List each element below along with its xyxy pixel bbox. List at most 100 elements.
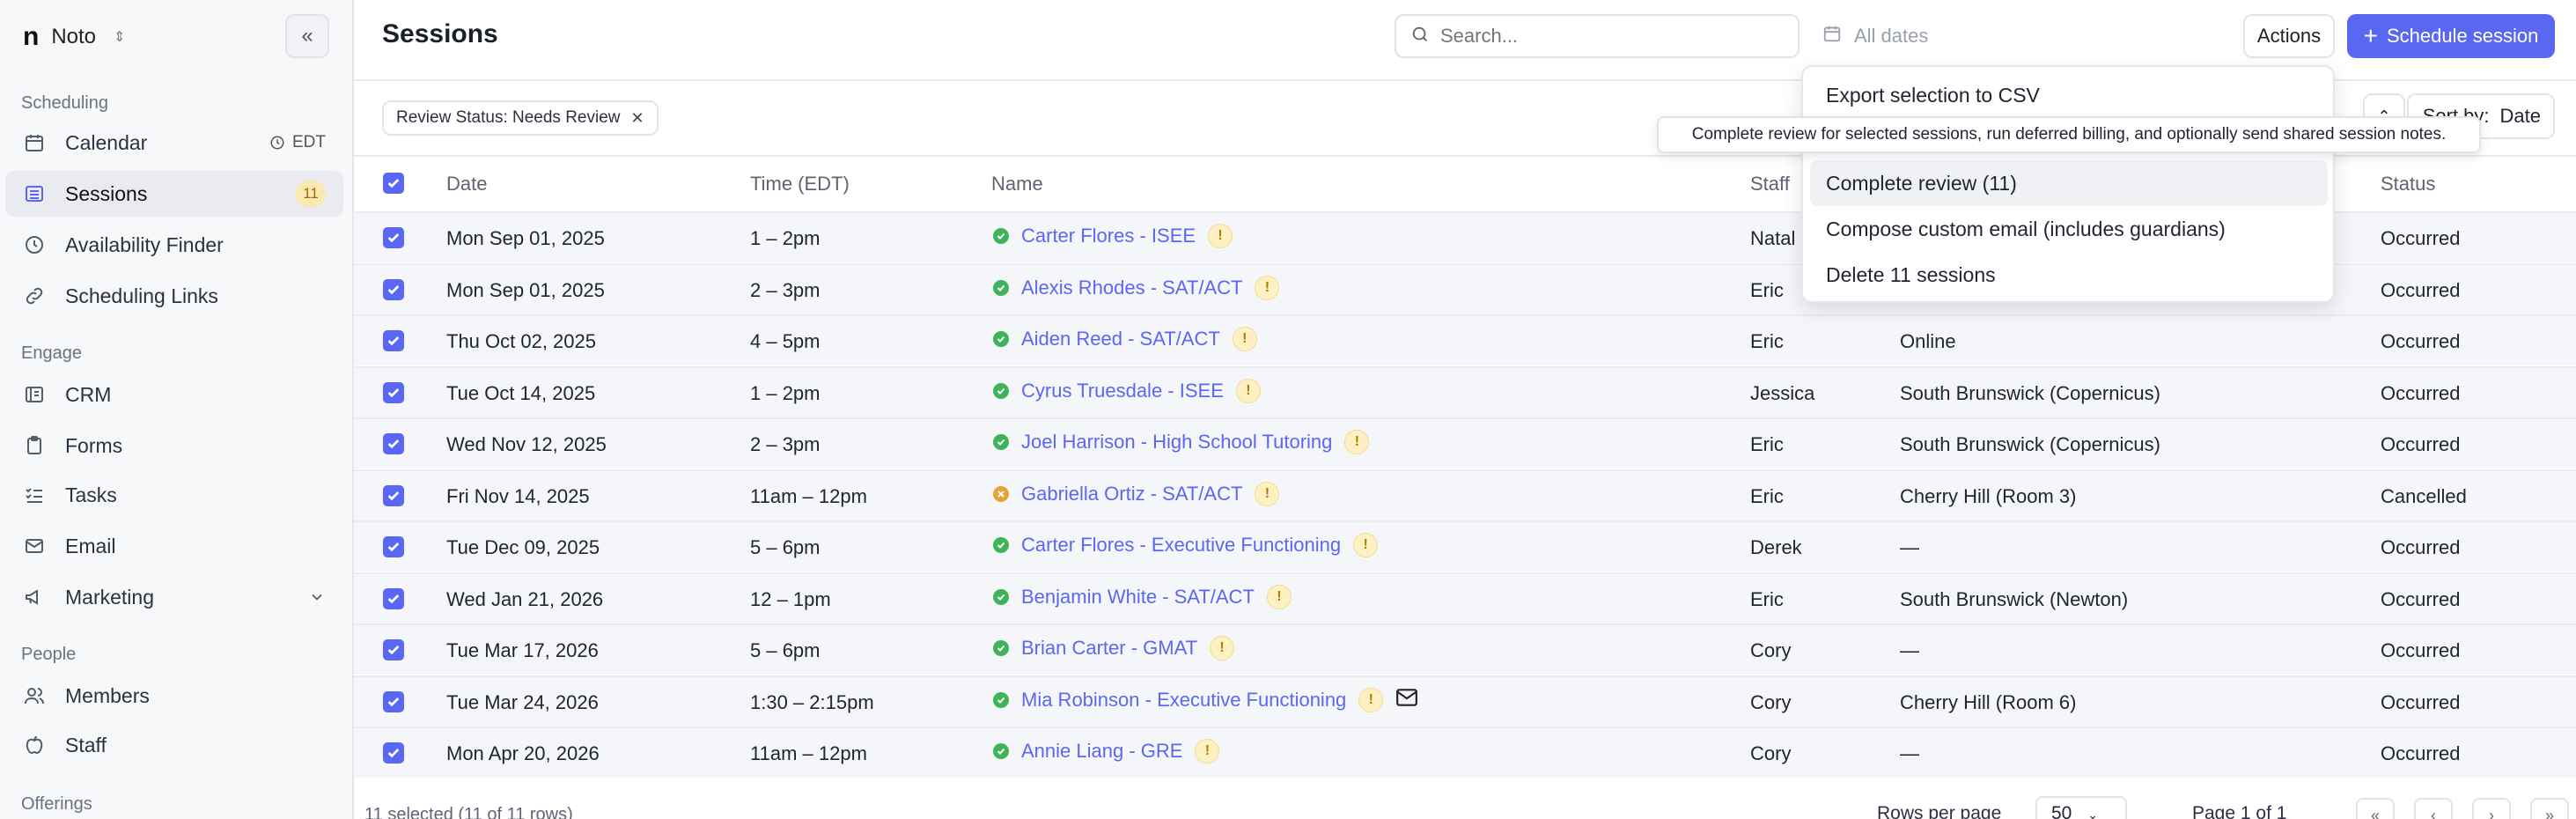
- schedule-session-button[interactable]: + Schedule session: [2347, 14, 2555, 58]
- check-icon: [387, 387, 400, 397]
- session-link[interactable]: Cyrus Truesdale - ISEE: [1021, 380, 1224, 402]
- cell-time: 1 – 2pm: [750, 227, 821, 249]
- session-link[interactable]: Gabriella Ortiz - SAT/ACT: [1021, 483, 1242, 505]
- column-header-staff[interactable]: Staff: [1750, 173, 1790, 196]
- actions-button[interactable]: Actions: [2243, 14, 2335, 58]
- collapse-sidebar-button[interactable]: «: [285, 14, 329, 58]
- row-checkbox[interactable]: [383, 536, 404, 557]
- table-row[interactable]: Tue Mar 17, 2026 5 – 6pm Brian Carter - GM…: [354, 623, 2576, 675]
- sidebar-item-email[interactable]: Email: [5, 523, 343, 569]
- cell-name: Carter Flores - Executive Functioning!: [993, 533, 1379, 557]
- last-page-button[interactable]: »: [2530, 798, 2569, 819]
- cell-staff: Eric: [1750, 587, 1784, 610]
- row-checkbox[interactable]: [383, 587, 404, 609]
- sidebar-item-tasks[interactable]: Tasks: [5, 472, 343, 518]
- table-row[interactable]: Fri Nov 14, 2025 11am – 12pm Gabriella Ort…: [354, 469, 2576, 520]
- needs-review-warning-icon: !: [1195, 739, 1220, 764]
- cell-status: Occurred: [2381, 227, 2461, 249]
- menu-item-compose-email[interactable]: Compose custom email (includes guardians…: [1810, 206, 2328, 252]
- table-row[interactable]: Wed Jan 21, 2026 12 – 1pm Benjamin White -…: [354, 572, 2576, 623]
- workspace-switcher[interactable]: n Noto ⇕: [23, 19, 125, 55]
- first-page-button[interactable]: «: [2356, 798, 2395, 819]
- row-checkbox[interactable]: [383, 227, 404, 248]
- sidebar-item-forms[interactable]: Forms: [5, 423, 343, 469]
- session-link[interactable]: Brian Carter - GMAT: [1021, 637, 1197, 660]
- cell-date: Fri Nov 14, 2025: [446, 484, 590, 507]
- table-row[interactable]: Tue Mar 24, 2026 1:30 – 2:15pm Mia Robinso…: [354, 675, 2576, 727]
- cell-date: Mon Sep 01, 2025: [446, 227, 605, 249]
- cell-staff: Natal: [1750, 227, 1796, 249]
- sidebar-item-availability-finder[interactable]: Availability Finder: [5, 222, 343, 268]
- close-icon[interactable]: ✕: [631, 109, 644, 128]
- table-row[interactable]: Tue Dec 09, 2025 5 – 6pm Carter Flores - E…: [354, 520, 2576, 572]
- filter-chip-review-status[interactable]: Review Status: Needs Review ✕: [382, 100, 659, 136]
- schedule-session-label: Schedule session: [2386, 25, 2539, 47]
- menu-item-delete-sessions[interactable]: Delete 11 sessions: [1810, 252, 2328, 298]
- cell-status: Occurred: [2381, 381, 2461, 404]
- row-checkbox[interactable]: [383, 433, 404, 454]
- megaphone-icon: [23, 586, 46, 609]
- select-all-checkbox[interactable]: [383, 173, 404, 194]
- clipboard-icon: [23, 434, 46, 457]
- search-input[interactable]: [1440, 25, 1775, 48]
- session-link[interactable]: Annie Liang - GRE: [1021, 740, 1182, 763]
- cell-name: Mia Robinson - Executive Functioning!: [993, 687, 1418, 712]
- row-checkbox[interactable]: [383, 278, 404, 300]
- sidebar-item-label: Tasks: [65, 483, 117, 506]
- sidebar-item-crm[interactable]: CRM: [5, 372, 343, 417]
- cell-location: South Brunswick (Copernicus): [1900, 433, 2160, 455]
- cell-time: 2 – 3pm: [750, 433, 821, 455]
- table-row[interactable]: Mon Apr 20, 2026 11am – 12pm Annie Liang -…: [354, 727, 2576, 778]
- sidebar-item-sessions[interactable]: Sessions 11: [5, 171, 343, 217]
- prev-page-button[interactable]: ‹: [2414, 798, 2453, 819]
- calendar-icon: [23, 131, 46, 154]
- table-row[interactable]: Tue Oct 14, 2025 1 – 2pm Cyrus Truesdale -…: [354, 365, 2576, 417]
- date-range-placeholder: All dates: [1854, 25, 1929, 47]
- cell-name: Annie Liang - GRE!: [993, 739, 1220, 764]
- sidebar-item-scheduling-links[interactable]: Scheduling Links: [5, 273, 343, 319]
- sidebar-item-marketing[interactable]: Marketing: [5, 574, 343, 620]
- session-link[interactable]: Carter Flores - ISEE: [1021, 225, 1196, 247]
- cell-location: Cherry Hill (Room 3): [1900, 484, 2077, 507]
- row-checkbox[interactable]: [383, 330, 404, 351]
- complete-review-tooltip: Complete review for selected sessions, r…: [1657, 116, 2481, 153]
- row-checkbox[interactable]: [383, 639, 404, 660]
- next-page-button[interactable]: ›: [2472, 798, 2511, 819]
- session-link[interactable]: Joel Harrison - High School Tutoring: [1021, 431, 1332, 454]
- sidebar-item-members[interactable]: Members: [5, 673, 343, 719]
- cell-location: South Brunswick (Copernicus): [1900, 381, 2160, 404]
- session-link[interactable]: Mia Robinson - Executive Functioning: [1021, 689, 1346, 712]
- menu-item-export-csv[interactable]: Export selection to CSV: [1810, 72, 2328, 118]
- check-icon: [387, 233, 400, 243]
- cell-status: Occurred: [2381, 690, 2461, 713]
- cell-status: Occurred: [2381, 587, 2461, 610]
- row-checkbox[interactable]: [383, 742, 404, 764]
- column-header-date[interactable]: Date: [446, 173, 487, 196]
- section-label-offerings: Offerings: [21, 794, 92, 814]
- session-link[interactable]: Aiden Reed - SAT/ACT: [1021, 328, 1220, 350]
- session-link[interactable]: Benjamin White - SAT/ACT: [1021, 586, 1255, 609]
- occurred-status-icon: [993, 382, 1009, 399]
- cell-date: Tue Mar 17, 2026: [446, 639, 599, 661]
- sidebar-item-staff[interactable]: Staff: [5, 722, 343, 768]
- search-box[interactable]: [1395, 14, 1800, 58]
- occurred-status-icon: [993, 434, 1009, 450]
- column-header-status[interactable]: Status: [2381, 173, 2435, 196]
- sidebar-item-calendar[interactable]: Calendar EDT: [5, 120, 343, 166]
- session-link[interactable]: Carter Flores - Executive Functioning: [1021, 534, 1341, 557]
- table-row[interactable]: Thu Oct 02, 2025 4 – 5pm Aiden Reed - SAT/…: [354, 314, 2576, 365]
- menu-item-complete-review[interactable]: Complete review (11): [1810, 160, 2328, 206]
- needs-review-warning-icon: !: [1266, 584, 1292, 609]
- date-range-picker[interactable]: All dates: [1808, 14, 2240, 58]
- row-checkbox[interactable]: [383, 381, 404, 403]
- plus-icon: +: [2363, 22, 2378, 49]
- rows-per-page-select[interactable]: 50 ⌄: [2035, 796, 2127, 819]
- row-checkbox[interactable]: [383, 484, 404, 506]
- session-link[interactable]: Alexis Rhodes - SAT/ACT: [1021, 277, 1242, 299]
- cell-time: 1:30 – 2:15pm: [750, 690, 874, 713]
- column-header-time[interactable]: Time (EDT): [750, 173, 850, 196]
- row-checkbox[interactable]: [383, 690, 404, 712]
- column-header-name[interactable]: Name: [991, 173, 1043, 196]
- table-row[interactable]: Wed Nov 12, 2025 2 – 3pm Joel Harrison - H…: [354, 417, 2576, 469]
- sidebar-item-label: Marketing: [65, 585, 154, 609]
